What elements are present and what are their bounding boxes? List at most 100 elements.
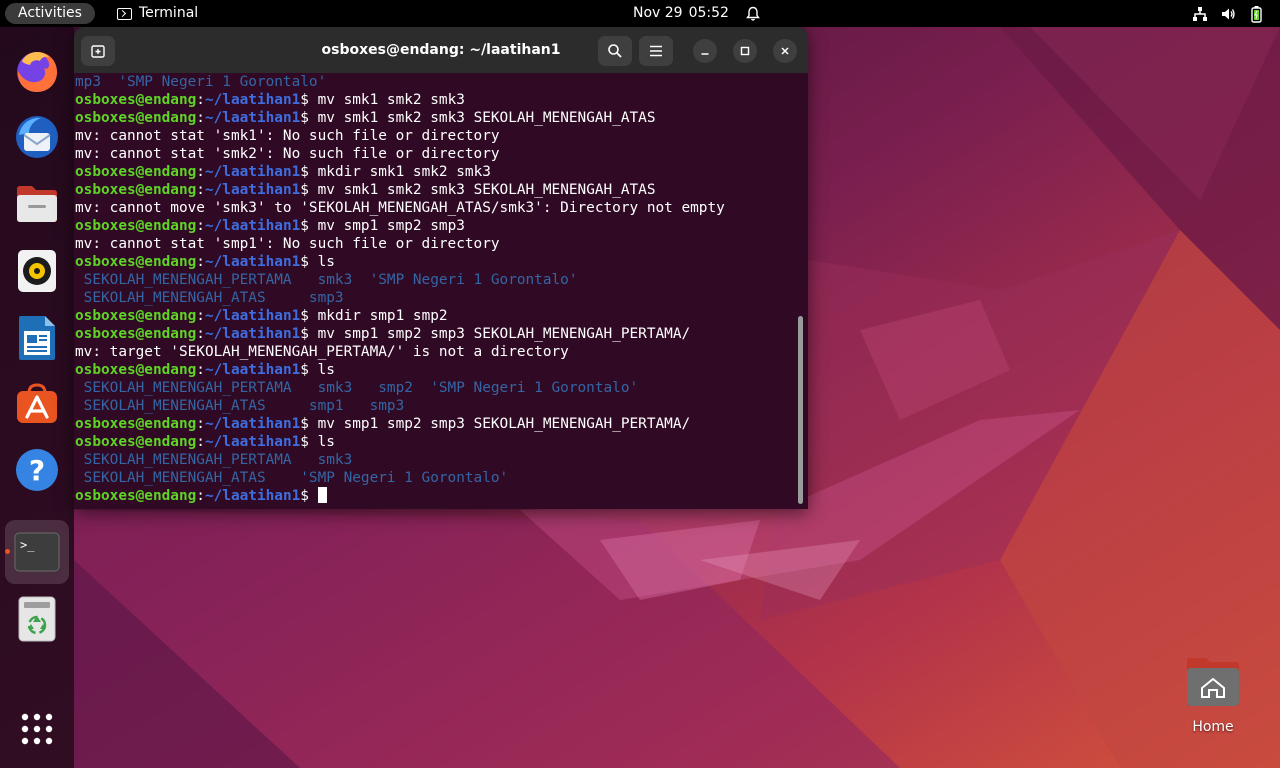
command-text: mv smp1 smp2 smp3 SEKOLAH_MENENGAH_PERTA… xyxy=(308,416,691,432)
prompt-colon: : xyxy=(196,326,205,342)
close-button[interactable] xyxy=(773,39,797,63)
terminal-scrollbar[interactable] xyxy=(798,316,803,504)
terminal-prompt-line: osboxes@endang:~/laatihan1$ mv smp1 smp2… xyxy=(75,415,808,433)
prompt-colon: : xyxy=(196,218,205,234)
terminal-listing-line: SEKOLAH_MENENGAH_PERTAMA smk3 'SMP Neger… xyxy=(75,272,578,288)
dock-help[interactable]: ? xyxy=(10,443,64,497)
prompt-path: ~/laatihan1 xyxy=(204,182,301,198)
prompt-path: ~/laatihan1 xyxy=(204,488,301,504)
clock-time: 05:52 xyxy=(688,5,729,21)
top-bar: Activities Terminal Nov 29 05:52 xyxy=(0,0,1280,27)
command-text: ls xyxy=(308,362,335,378)
prompt-colon: : xyxy=(196,110,205,126)
dock-trash[interactable] xyxy=(10,592,64,646)
command-text: mv smk1 smk2 smk3 SEKOLAH_MENENGAH_ATAS xyxy=(308,110,656,126)
command-text: mv smk1 smk2 smk3 SEKOLAH_MENENGAH_ATAS xyxy=(308,182,656,198)
minimize-button[interactable] xyxy=(693,39,717,63)
prompt-symbol: $ xyxy=(300,182,309,198)
terminal-prompt-line: osboxes@endang:~/laatihan1$ xyxy=(75,487,808,505)
help-icon: ? xyxy=(16,449,58,491)
command-text: ls xyxy=(308,434,335,450)
terminal-listing-line: SEKOLAH_MENENGAH_PERTAMA smk3 xyxy=(75,452,353,468)
maximize-button[interactable] xyxy=(733,39,757,63)
prompt-symbol: $ xyxy=(300,308,309,324)
prompt-path: ~/laatihan1 xyxy=(204,362,301,378)
search-icon xyxy=(608,44,622,58)
command-text: mkdir smk1 smk2 smk3 xyxy=(308,164,491,180)
prompt-path: ~/laatihan1 xyxy=(204,434,301,450)
prompt-symbol: $ xyxy=(300,488,309,504)
prompt-user: osboxes@endang xyxy=(75,164,197,180)
terminal-listing-line: mp3 'SMP Negeri 1 Gorontalo' xyxy=(75,74,327,90)
show-applications-button[interactable] xyxy=(10,702,64,756)
terminal-prompt-line: osboxes@endang:~/laatihan1$ mkdir smp1 s… xyxy=(75,307,808,325)
maximize-icon xyxy=(740,46,750,56)
dock-files[interactable] xyxy=(10,177,64,231)
terminal-icon xyxy=(117,7,132,20)
prompt-colon: : xyxy=(196,488,205,504)
terminal-output[interactable]: mp3 'SMP Negeri 1 Gorontalo' osboxes@enda… xyxy=(74,73,808,509)
prompt-path: ~/laatihan1 xyxy=(204,164,301,180)
terminal-output-line: mv: cannot stat 'smk2': No such file or … xyxy=(75,146,500,162)
prompt-path: ~/laatihan1 xyxy=(204,110,301,126)
battery-icon xyxy=(1251,5,1262,23)
prompt-colon: : xyxy=(196,416,205,432)
system-tray[interactable] xyxy=(1192,0,1264,27)
terminal-listing-line: SEKOLAH_MENENGAH_PERTAMA smk3 smp2 'SMP … xyxy=(75,380,639,396)
terminal-prompt-line: osboxes@endang:~/laatihan1$ mv smk1 smk2… xyxy=(75,181,808,199)
hamburger-menu-icon xyxy=(650,45,662,57)
prompt-colon: : xyxy=(196,308,205,324)
home-folder-icon xyxy=(1187,658,1239,706)
prompt-user: osboxes@endang xyxy=(75,254,197,270)
terminal-prompt-line: osboxes@endang:~/laatihan1$ mv smk1 smk2… xyxy=(75,91,808,109)
prompt-user: osboxes@endang xyxy=(75,218,197,234)
terminal-output-line: mv: cannot move 'smk3' to 'SEKOLAH_MENEN… xyxy=(75,200,725,216)
dock-thunderbird[interactable] xyxy=(10,110,64,164)
prompt-symbol: $ xyxy=(300,92,309,108)
close-icon xyxy=(781,47,789,55)
terminal-window[interactable]: osboxes@endang: ~/laatihan1 mp3 'SMP Neg… xyxy=(74,27,808,509)
command-text: mv smp1 smp2 smp3 SEKOLAH_MENENGAH_PERTA… xyxy=(308,326,691,342)
software-bag-icon xyxy=(17,383,57,423)
writer-document-icon xyxy=(19,316,55,360)
clock-button[interactable]: Nov 29 05:52 xyxy=(633,0,761,27)
prompt-path: ~/laatihan1 xyxy=(204,92,301,108)
prompt-symbol: $ xyxy=(300,362,309,378)
menu-button[interactable] xyxy=(639,36,673,66)
dock-libreoffice-writer[interactable] xyxy=(10,311,64,365)
prompt-symbol: $ xyxy=(300,254,309,270)
prompt-colon: : xyxy=(196,434,205,450)
prompt-user: osboxes@endang xyxy=(75,110,197,126)
prompt-user: osboxes@endang xyxy=(75,308,197,324)
dock-rhythmbox[interactable] xyxy=(10,244,64,298)
thunderbird-icon xyxy=(16,116,58,158)
dock-ubuntu-software[interactable] xyxy=(10,376,64,430)
prompt-symbol: $ xyxy=(300,164,309,180)
prompt-colon: : xyxy=(196,254,205,270)
prompt-path: ~/laatihan1 xyxy=(204,254,301,270)
terminal-prompt-line: osboxes@endang:~/laatihan1$ mv smp1 smp2… xyxy=(75,217,808,235)
rhythmbox-speaker-icon xyxy=(18,250,56,292)
files-folder-icon xyxy=(17,186,57,222)
terminal-titlebar[interactable]: osboxes@endang: ~/laatihan1 xyxy=(74,27,808,73)
prompt-user: osboxes@endang xyxy=(75,434,197,450)
app-menu-terminal[interactable]: Terminal xyxy=(117,0,198,27)
terminal-prompt-line: osboxes@endang:~/laatihan1$ ls xyxy=(75,253,808,271)
dock-firefox[interactable] xyxy=(10,45,64,99)
desktop-home-folder[interactable]: Home xyxy=(1180,655,1246,735)
alarm-bell-icon xyxy=(746,6,760,21)
svg-text:>_: >_ xyxy=(20,538,35,552)
activities-button[interactable]: Activities xyxy=(5,3,95,24)
app-grid-icon xyxy=(21,713,53,745)
prompt-user: osboxes@endang xyxy=(75,92,197,108)
text-cursor xyxy=(317,487,327,503)
terminal-prompt-line: osboxes@endang:~/laatihan1$ ls xyxy=(75,361,808,379)
prompt-symbol: $ xyxy=(300,326,309,342)
terminal-output-line: mv: cannot stat 'smk1': No such file or … xyxy=(75,128,500,144)
command-text: mkdir smp1 smp2 xyxy=(308,308,448,324)
clock-date: Nov 29 xyxy=(633,5,683,21)
minimize-icon xyxy=(701,53,709,55)
dock-terminal[interactable]: >_ xyxy=(5,520,69,584)
prompt-user: osboxes@endang xyxy=(75,362,197,378)
search-button[interactable] xyxy=(598,36,632,66)
